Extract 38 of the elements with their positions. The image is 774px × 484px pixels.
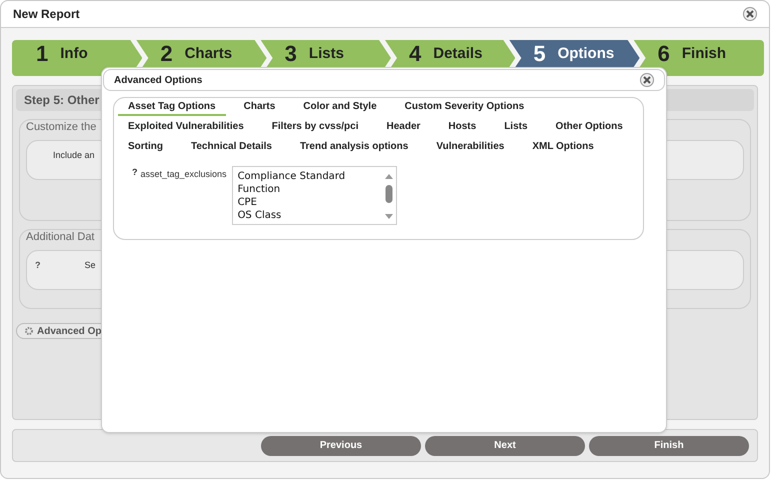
fieldset-legend: Additional Dat <box>26 229 94 246</box>
options-tab[interactable]: Other Options <box>546 118 633 136</box>
list-option[interactable]: Compliance Standard <box>238 170 346 183</box>
options-tab[interactable]: Exploited Vulnerabilities <box>118 118 254 136</box>
options-tab[interactable]: Filters by cvss/pci <box>262 118 368 136</box>
window-title: New Report <box>13 6 80 23</box>
options-tab[interactable]: Asset Tag Options <box>118 98 226 116</box>
wizard-step[interactable]: 1 Info <box>12 40 142 76</box>
list-option[interactable]: CPE <box>238 196 346 209</box>
options-tab[interactable]: Lists <box>494 118 538 136</box>
options-tab[interactable]: Technical Details <box>181 138 282 156</box>
exclusions-listbox[interactable]: Compliance Standard Function CPE OS Class <box>232 166 397 225</box>
close-icon[interactable] <box>640 73 654 87</box>
options-tab[interactable]: Custom Severity Options <box>394 98 534 116</box>
options-tab[interactable]: Trend analysis options <box>290 138 418 156</box>
option-label: Se <box>84 258 96 272</box>
wizard-step[interactable]: 6 Finish <box>634 40 764 76</box>
gear-icon <box>25 327 33 335</box>
dialog-title: Advanced Options <box>114 74 202 88</box>
fieldset-legend: Customize the <box>26 119 96 136</box>
options-tab[interactable]: Vulnerabilities <box>426 138 514 156</box>
field-label: asset_tag_exclusions <box>140 168 227 181</box>
panel-title: Step 5: Other <box>24 92 100 109</box>
footer-button[interactable]: Previous <box>261 436 421 456</box>
help-mark: ? <box>132 166 138 179</box>
options-tab[interactable]: Charts <box>234 98 286 116</box>
option-label: Include an <box>53 148 95 162</box>
footer-button[interactable]: Next <box>425 436 585 456</box>
list-option[interactable]: Function <box>238 183 346 196</box>
close-icon[interactable] <box>743 7 757 21</box>
options-tab[interactable]: Sorting <box>118 138 173 156</box>
options-tab[interactable]: XML Options <box>522 138 604 156</box>
footer-button[interactable]: Finish <box>589 436 749 456</box>
options-tab[interactable]: Hosts <box>438 118 486 136</box>
list-option[interactable]: OS Class <box>238 209 346 222</box>
options-tab[interactable]: Color and Style <box>293 98 387 116</box>
help-mark: ? <box>35 258 40 272</box>
options-tab[interactable]: Header <box>376 118 430 136</box>
